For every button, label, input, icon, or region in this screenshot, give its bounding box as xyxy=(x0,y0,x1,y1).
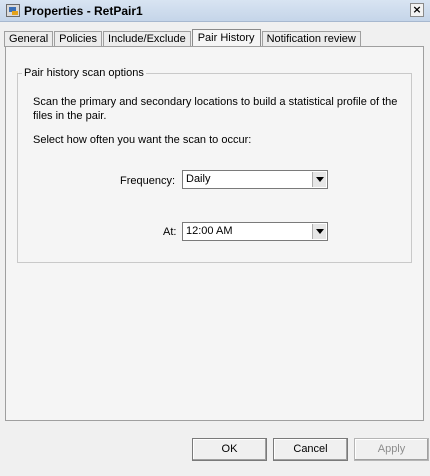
scan-description: Scan the primary and secondary locations… xyxy=(33,96,398,122)
tab-policies[interactable]: Policies xyxy=(54,31,103,47)
tab-notification-review[interactable]: Notification review xyxy=(261,31,361,47)
close-button[interactable]: × xyxy=(410,3,424,17)
apply-button[interactable]: Apply xyxy=(354,438,429,461)
frequency-select[interactable]: Daily xyxy=(182,170,328,189)
frequency-label: Frequency: xyxy=(120,175,176,187)
at-label: At: xyxy=(163,226,177,238)
close-icon: × xyxy=(412,3,422,16)
scan-instruction: Select how often you want the scan to oc… xyxy=(33,134,252,146)
title-bar[interactable]: Properties - RetPair1 × xyxy=(0,0,430,22)
tab-general[interactable]: General xyxy=(4,31,54,47)
group-title: Pair history scan options xyxy=(24,67,144,79)
ok-button[interactable]: OK xyxy=(192,438,267,461)
app-icon xyxy=(6,4,20,17)
chevron-down-icon[interactable] xyxy=(312,172,326,187)
at-time-select[interactable]: 12:00 AM xyxy=(182,222,328,241)
window-title: Properties - RetPair1 xyxy=(24,4,143,18)
properties-dialog: Properties - RetPair1 × General Policies… xyxy=(0,0,430,476)
frequency-value: Daily xyxy=(186,173,211,185)
chevron-down-icon[interactable] xyxy=(312,224,326,239)
at-time-value: 12:00 AM xyxy=(186,225,233,237)
cancel-button[interactable]: Cancel xyxy=(273,438,348,461)
tab-include-exclude[interactable]: Include/Exclude xyxy=(103,31,191,47)
tab-strip: General Policies Include/Exclude Pair Hi… xyxy=(4,27,362,48)
